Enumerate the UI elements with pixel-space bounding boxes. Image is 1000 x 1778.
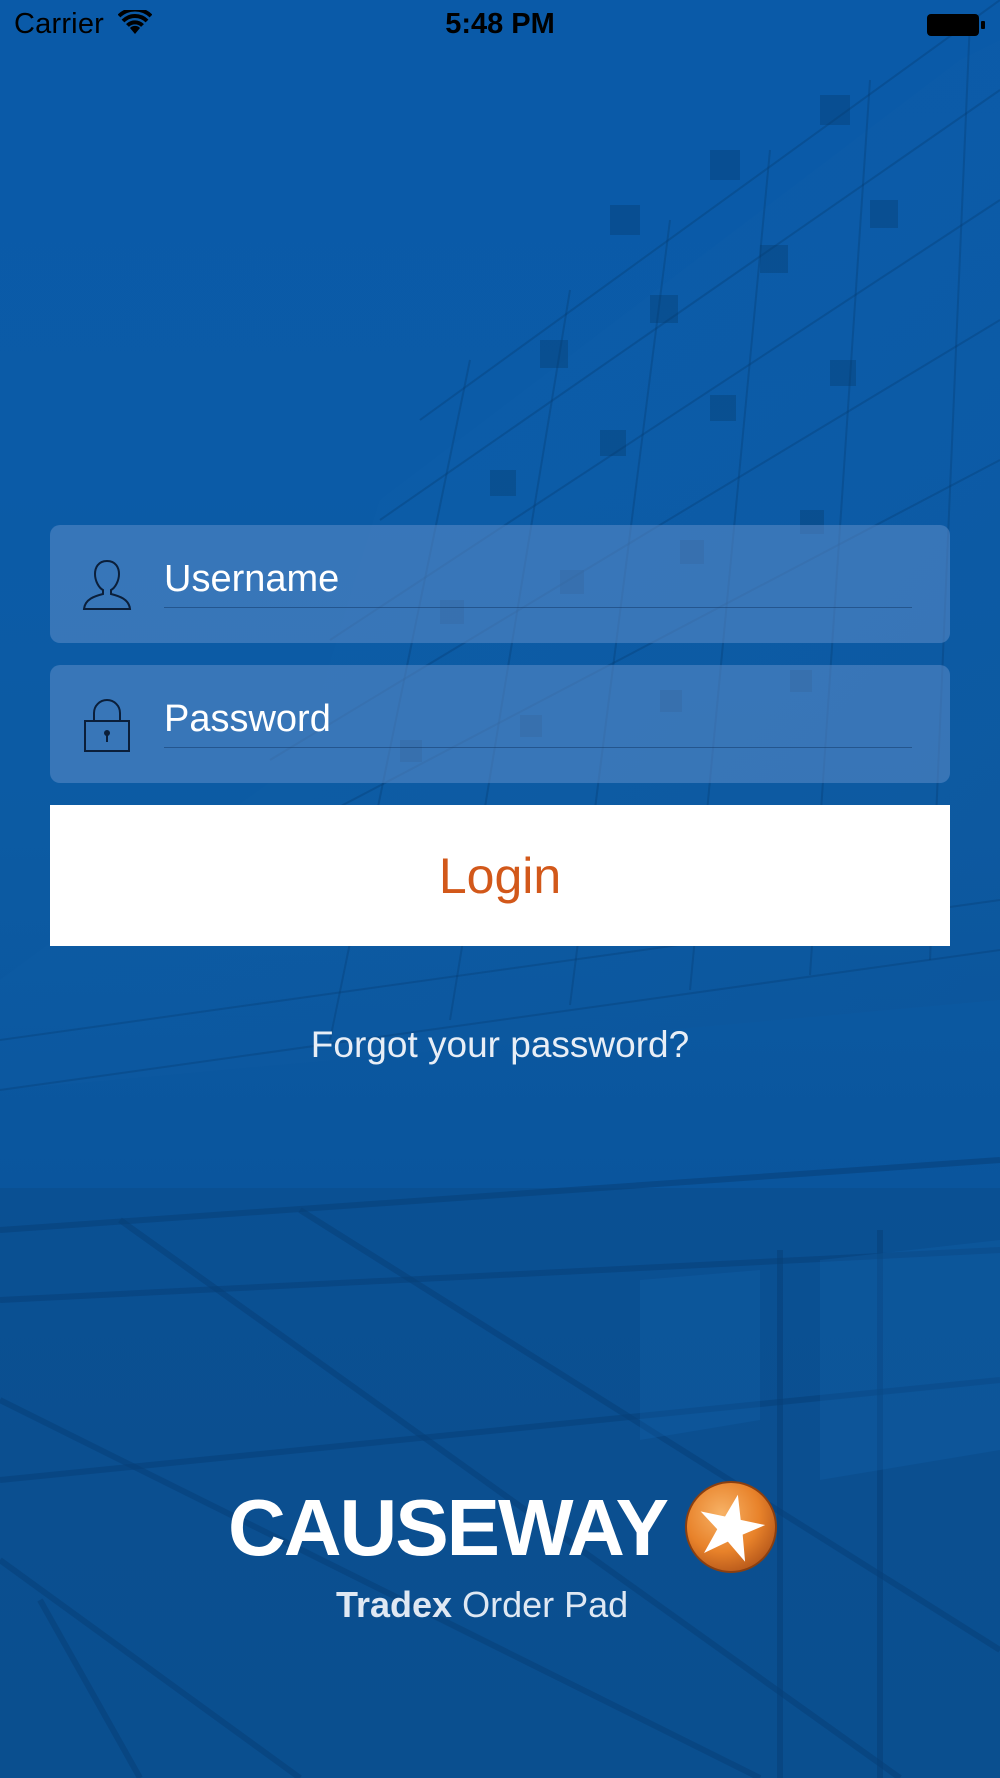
status-bar: Carrier 5:48 PM: [0, 0, 1000, 50]
user-icon: [82, 559, 132, 610]
causeway-logo: CAUSEWAY Tradex Order Pad: [228, 1480, 788, 1630]
username-field[interactable]: [50, 525, 950, 643]
forgot-password-link[interactable]: Forgot your password?: [0, 1024, 1000, 1066]
password-input[interactable]: [164, 691, 912, 747]
logo-wordmark: CAUSEWAY: [228, 1483, 669, 1572]
star-icon: [685, 1481, 777, 1573]
password-field[interactable]: [50, 665, 950, 783]
login-button[interactable]: Login: [50, 805, 950, 946]
product-name-rest: Order Pad: [462, 1584, 629, 1625]
username-underline: [164, 607, 912, 608]
lock-icon: [84, 699, 130, 752]
logo-tagline: Tradex Order Pad: [336, 1584, 628, 1626]
login-screen: Carrier 5:48 PM Login Fo: [0, 0, 1000, 1778]
status-time: 5:48 PM: [445, 8, 555, 40]
username-input[interactable]: [164, 551, 912, 607]
password-underline: [164, 747, 912, 748]
battery-icon: [927, 14, 985, 36]
product-name-bold: Tradex: [336, 1584, 453, 1625]
